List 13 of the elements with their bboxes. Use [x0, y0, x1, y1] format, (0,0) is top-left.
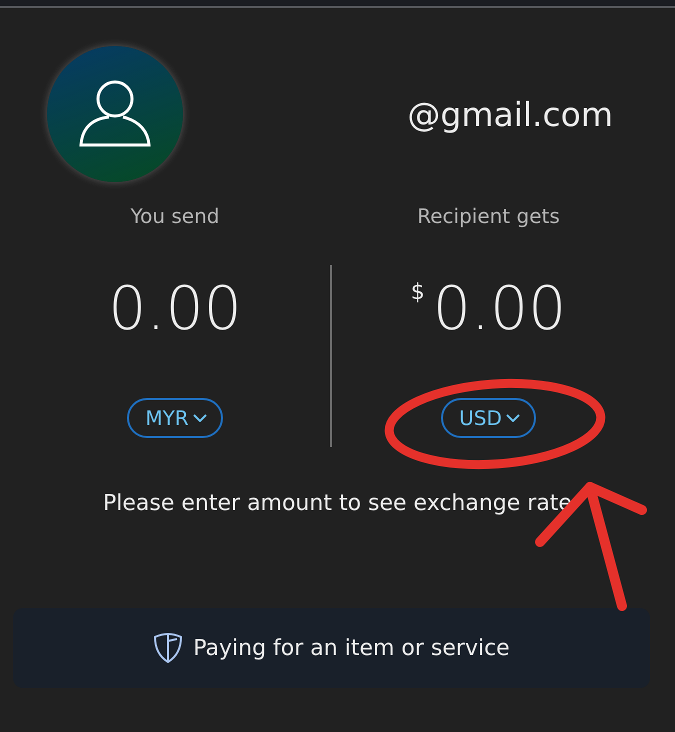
person-icon: [79, 79, 151, 149]
receive-label: Recipient gets: [417, 204, 560, 228]
currency-dropdown[interactable]: MYR: [127, 398, 223, 438]
purpose-button[interactable]: Paying for an item or service: [13, 608, 650, 688]
send-label: You send: [130, 204, 220, 228]
recipient-email: @gmail.com: [407, 94, 613, 134]
chevron-down-icon: [506, 414, 520, 422]
receive-amount[interactable]: 0.00: [432, 274, 566, 344]
shield-icon: [153, 632, 184, 664]
currency-symbol: $: [410, 280, 425, 305]
chevron-down-icon: [192, 414, 207, 422]
currency-dropdown[interactable]: USD: [441, 398, 536, 438]
send-amount[interactable]: 0.00: [108, 274, 242, 344]
